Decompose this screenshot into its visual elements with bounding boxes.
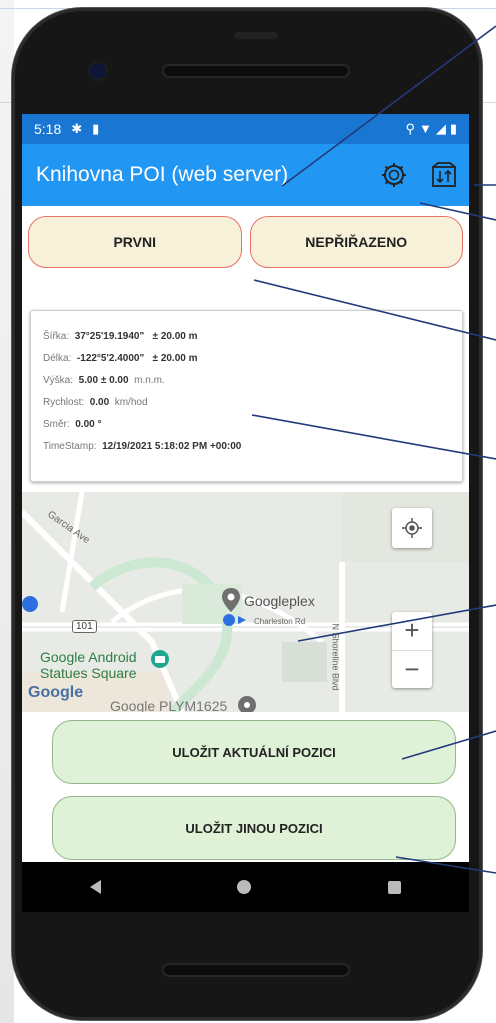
bottom-speaker xyxy=(162,963,350,977)
speed-label: Rychlost: xyxy=(43,397,85,408)
altitude-value: 5.00 ± 0.00 xyxy=(78,375,129,386)
longitude-value: -122°5'2.4000" xyxy=(76,353,145,364)
recent-apps-icon[interactable] xyxy=(387,880,401,894)
location-info-card: Šířka: 37°25'19.1940" ± 20.00 m Délka: -… xyxy=(30,310,463,482)
speed-unit: km/hod xyxy=(114,397,148,408)
latitude-row: Šířka: 37°25'19.1940" ± 20.00 m xyxy=(43,331,450,342)
speed-value: 0.00 xyxy=(89,397,110,408)
map-label-route: 101 xyxy=(72,620,97,633)
zoom-out-button[interactable]: − xyxy=(392,651,432,689)
tab-neprirazeno[interactable]: NEPŘIŘAZENO xyxy=(249,216,463,268)
longitude-row: Délka: -122°5'2.4000" ± 20.00 m xyxy=(43,353,450,364)
plym-pin-icon xyxy=(238,696,256,712)
crosshair-icon xyxy=(402,518,422,538)
earpiece xyxy=(162,64,350,78)
speed-row: Rychlost: 0.00 km/hod xyxy=(43,397,450,408)
back-icon[interactable] xyxy=(90,880,102,894)
altitude-row: Výška: 5.00 ± 0.00 m.n.m. xyxy=(43,375,450,386)
altitude-unit: m.n.m. xyxy=(134,375,165,386)
status-time: 5:18 xyxy=(34,121,62,137)
my-location-button[interactable] xyxy=(392,508,432,548)
map-label-android: Google Android xyxy=(40,649,137,665)
longitude-accuracy: ± 20.00 m xyxy=(152,353,198,364)
settings-button[interactable] xyxy=(379,160,409,190)
import-export-button[interactable] xyxy=(429,160,459,190)
timestamp-value: 12/19/2021 5:18:02 PM +00:00 xyxy=(102,441,242,452)
map-label-googleplex: Googleplex xyxy=(244,593,315,609)
gear-icon: ✱ xyxy=(71,121,83,136)
camera-pin-icon xyxy=(151,650,169,668)
signal-icon: ◢ xyxy=(435,121,446,136)
latitude-label: Šířka: xyxy=(43,331,70,342)
longitude-label: Délka: xyxy=(43,353,72,364)
system-nav-bar xyxy=(22,862,469,912)
zoom-in-button[interactable]: + xyxy=(392,612,432,651)
status-bar: 5:18 ✱ ▮ ⚲ ▼ ◢ ▮ xyxy=(22,114,469,144)
altitude-label: Výška: xyxy=(43,375,74,386)
timestamp-label: TimeStamp: xyxy=(43,441,97,452)
google-logo: Google xyxy=(28,684,84,701)
timestamp-row: TimeStamp: 12/19/2021 5:18:02 PM +00:00 xyxy=(43,441,450,452)
save-other-position-button[interactable]: ULOŽIT JINOU POZICI xyxy=(52,796,456,860)
direction-value: 0.00 ° xyxy=(75,419,102,430)
home-icon[interactable] xyxy=(237,880,252,894)
tab-prvni[interactable]: PRVNI xyxy=(28,216,242,268)
current-location-icon xyxy=(223,614,246,626)
direction-row: Směr: 0.00 ° xyxy=(43,419,450,430)
googleplex-pin-icon xyxy=(222,588,240,612)
direction-label: Směr: xyxy=(43,419,70,430)
category-tabs: PRVNI NEPŘIŘAZENO xyxy=(22,206,469,268)
map-label-shoreline: N Shoreline Blvd xyxy=(330,623,341,691)
page-title: Knihovna POI (web server) xyxy=(36,163,289,186)
map-label-plym: Google PLYM1625 xyxy=(110,698,228,712)
location-icon: ⚲ xyxy=(405,121,415,136)
gear-icon xyxy=(382,163,406,187)
app-bar: Knihovna POI (web server) xyxy=(22,144,469,206)
save-current-position-button[interactable]: ULOŽIT AKTUÁLNÍ POZICI xyxy=(52,720,456,784)
import-export-icon xyxy=(432,162,456,187)
front-camera xyxy=(90,63,106,79)
shopping-pin-icon xyxy=(22,596,38,612)
zoom-controls: + − xyxy=(392,612,432,688)
latitude-value: 37°25'19.1940" xyxy=(74,331,145,342)
map-label-charleston: Charleston Rd xyxy=(254,617,306,626)
sd-card-icon: ▮ xyxy=(92,121,100,136)
app-screen: 5:18 ✱ ▮ ⚲ ▼ ◢ ▮ Knihovna POI (web serve… xyxy=(22,114,469,862)
status-icons: ⚲ ▼ ◢ ▮ xyxy=(405,121,457,137)
latitude-accuracy: ± 20.00 m xyxy=(152,331,198,342)
map-view[interactable]: Garcia Ave Googleplex Charleston Rd N Sh… xyxy=(22,492,469,712)
battery-icon: ▮ xyxy=(449,121,457,136)
top-speaker xyxy=(234,32,278,39)
map-label-statues: Statues Square xyxy=(40,665,137,681)
wifi-icon: ▼ xyxy=(418,121,432,136)
